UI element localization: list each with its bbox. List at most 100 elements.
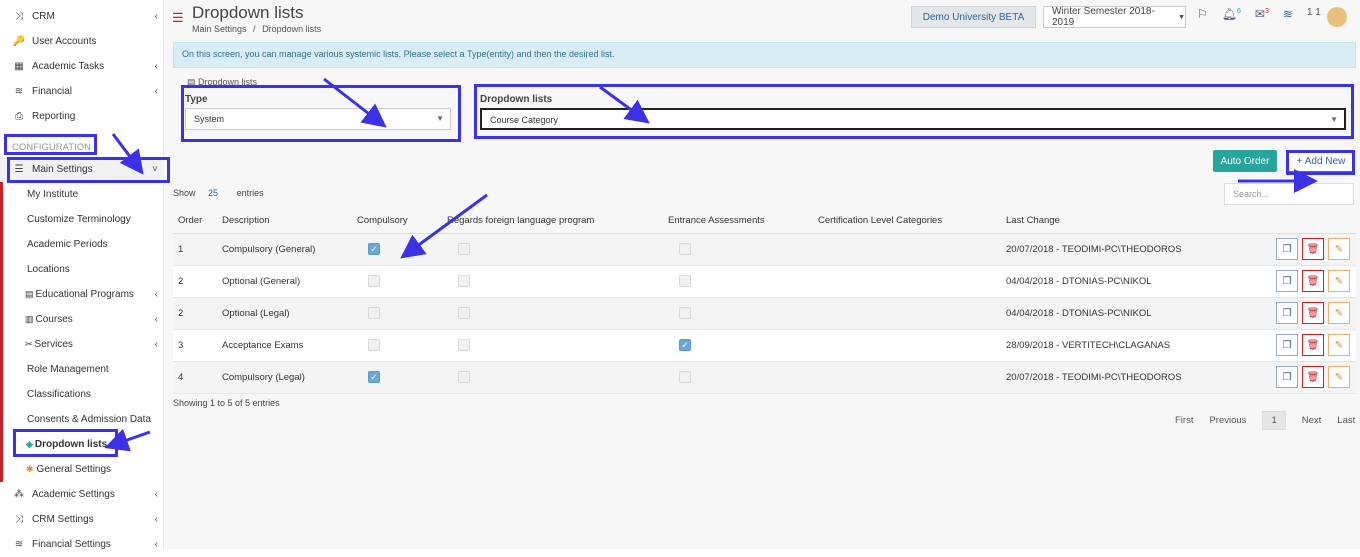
sidebar-item-services[interactable]: ✂ Services ‹ (0, 332, 164, 357)
sidebar-item-customize-terminology[interactable]: Customize Terminology (0, 207, 164, 232)
entrance-assessment-checkbox[interactable] (679, 371, 691, 383)
entrance-assessment-checkbox[interactable] (679, 243, 691, 255)
column-header-compulsory[interactable]: Compulsory (352, 209, 442, 234)
sidebar-item-consents[interactable]: Consents & Admission Data (0, 407, 164, 432)
pencil-icon: ✎ (1334, 275, 1344, 287)
column-header-foreign[interactable]: Regards foreign language program (442, 209, 663, 234)
column-header-certification[interactable]: Certification Level Categories (813, 209, 1001, 234)
foreign-language-checkbox[interactable] (458, 307, 470, 319)
edit-button[interactable]: ✎ (1328, 238, 1350, 260)
entrance-assessment-checkbox[interactable]: ✓ (679, 339, 691, 351)
delete-button[interactable]: 🗑︎ (1302, 366, 1324, 388)
delete-button[interactable]: 🗑︎ (1302, 334, 1324, 356)
org-icon: ⁂ (14, 489, 24, 500)
search-input[interactable]: Search... (1224, 183, 1354, 205)
shuffle-icon: ⤨ (15, 514, 23, 525)
entrance-assessment-checkbox[interactable] (679, 307, 691, 319)
flag-icon[interactable]: ⚐ (1197, 7, 1208, 27)
copy-button[interactable]: ❐ (1276, 238, 1298, 260)
delete-button[interactable]: 🗑︎ (1302, 302, 1324, 324)
sidebar-item-academic-periods[interactable]: Academic Periods (0, 232, 164, 257)
column-header-order[interactable]: Order (173, 209, 217, 234)
sidebar-item-general-settings[interactable]: ✱ General Settings (0, 457, 164, 482)
edit-button[interactable]: ✎ (1328, 366, 1350, 388)
sidebar-item-reporting[interactable]: ⎙ Reporting (0, 104, 164, 129)
sidebar-item-academic-settings[interactable]: ⁂ Academic Settings ‹ (0, 482, 164, 507)
column-header-description[interactable]: Description (217, 209, 352, 234)
cell-description: Acceptance Exams (217, 329, 352, 362)
add-new-button[interactable]: + Add New (1287, 150, 1355, 172)
sidebar-item-main-settings[interactable]: ☰ Main Settings ˅ (0, 157, 164, 182)
sidebar-item-role-management[interactable]: Role Management (0, 357, 164, 382)
foreign-language-checkbox[interactable] (458, 339, 470, 351)
compulsory-checkbox[interactable] (368, 275, 380, 287)
compulsory-checkbox[interactable]: ✓ (368, 243, 380, 255)
sidebar-item-my-institute[interactable]: My Institute (0, 182, 164, 207)
foreign-language-checkbox[interactable] (458, 243, 470, 255)
chevron-left-icon: ‹ (154, 539, 158, 550)
user-count[interactable]: 1 1 (1307, 7, 1321, 27)
cell-compulsory (352, 265, 442, 298)
pencil-icon: ✎ (1334, 339, 1344, 351)
foreign-language-checkbox[interactable] (458, 275, 470, 287)
compulsory-checkbox[interactable] (368, 307, 380, 319)
copy-icon: ❐ (1282, 243, 1292, 255)
cell-actions: ❐ 🗑︎ ✎ (1256, 329, 1356, 362)
copy-button[interactable]: ❐ (1276, 302, 1298, 324)
copy-button[interactable]: ❐ (1276, 366, 1298, 388)
sidebar-item-classifications[interactable]: Classifications (0, 382, 164, 407)
type-select[interactable]: System ▼ (185, 108, 451, 130)
info-banner: On this screen, you can manage various s… (173, 42, 1356, 68)
bell-icon[interactable]: 🔔︎6 (1222, 7, 1241, 27)
page-next[interactable]: Next (1302, 415, 1322, 426)
sidebar-item-financial-settings[interactable]: ≋ Financial Settings ‹ (0, 532, 164, 557)
institution-badge[interactable]: Demo University BETA (911, 6, 1036, 28)
copy-button[interactable]: ❐ (1276, 334, 1298, 356)
cell-certification (813, 265, 1001, 298)
sidebar-item-locations[interactable]: Locations (0, 257, 164, 282)
page-length-select[interactable]: 25 (208, 188, 218, 198)
cell-compulsory (352, 329, 442, 362)
breadcrumb-main-settings[interactable]: Main Settings (192, 24, 247, 34)
entrance-assessment-checkbox[interactable] (679, 275, 691, 287)
sidebar-item-crm-settings[interactable]: ⤨ CRM Settings ‹ (0, 507, 164, 532)
grid-icon: ▦ (14, 61, 24, 72)
delete-button[interactable]: 🗑︎ (1302, 270, 1324, 292)
compulsory-checkbox[interactable]: ✓ (368, 371, 380, 383)
auto-order-button[interactable]: Auto Order (1213, 150, 1277, 172)
delete-button[interactable]: 🗑︎ (1302, 238, 1324, 260)
sidebar-item-educational-programs[interactable]: ▤ Educational Programs ‹ (0, 282, 164, 307)
caret-down-icon: ▼ (1178, 13, 1185, 21)
foreign-language-checkbox[interactable] (458, 371, 470, 383)
menu-toggle-icon[interactable]: ☰ (172, 10, 184, 26)
layers-icon[interactable]: ≋ (1283, 7, 1293, 27)
dropdown-list-select[interactable]: Course Category ▼ (480, 108, 1346, 130)
page-last[interactable]: Last (1337, 415, 1355, 426)
edit-button[interactable]: ✎ (1328, 334, 1350, 356)
cell-foreign (442, 329, 663, 362)
sidebar-item-dropdown-lists[interactable]: ◈ Dropdown lists (0, 432, 164, 457)
cell-entrance (663, 265, 813, 298)
semester-select[interactable]: Winter Semester 2018-2019 ▼ (1043, 6, 1186, 28)
sidebar-item-crm[interactable]: ⤨ CRM ‹ (0, 4, 164, 29)
column-header-entrance[interactable]: Entrance Assessments (663, 209, 813, 234)
tools-icon: ✂ (25, 339, 33, 349)
avatar[interactable] (1326, 7, 1347, 27)
page-first[interactable]: First (1175, 415, 1193, 426)
sidebar-item-user-accounts[interactable]: 🔑 User Accounts (0, 29, 164, 54)
sidebar-item-financial[interactable]: ≋ Financial ‹ (0, 79, 164, 104)
type-label: Type (185, 94, 208, 105)
column-header-last-change[interactable]: Last Change (1001, 209, 1256, 234)
edit-button[interactable]: ✎ (1328, 302, 1350, 324)
copy-button[interactable]: ❐ (1276, 270, 1298, 292)
page-current[interactable]: 1 (1262, 411, 1286, 430)
trash-icon: 🗑︎ (1306, 275, 1320, 287)
edit-button[interactable]: ✎ (1328, 270, 1350, 292)
cell-last-change: 04/04/2018 - DTONIAS-PC\NIKOL (1001, 265, 1256, 298)
mail-icon[interactable]: ✉3 (1255, 7, 1269, 27)
sidebar-item-academic-tasks[interactable]: ▦ Academic Tasks ‹ (0, 54, 164, 79)
sidebar-item-courses[interactable]: ▥ Courses ‹ (0, 307, 164, 332)
chevron-left-icon: ‹ (154, 61, 158, 72)
page-previous[interactable]: Previous (1209, 415, 1246, 426)
compulsory-checkbox[interactable] (368, 339, 380, 351)
